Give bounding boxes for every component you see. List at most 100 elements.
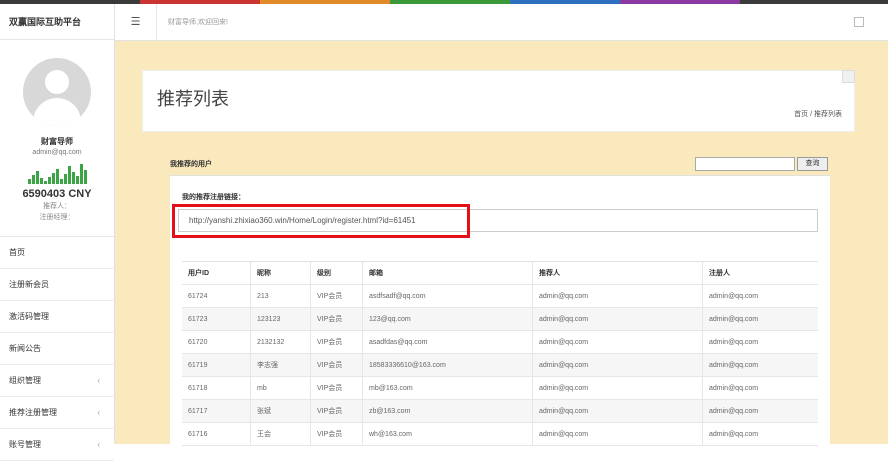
referral-link-label: 我的推荐注册链接： [182, 194, 245, 201]
table-cell: VIP会员 [310, 400, 362, 422]
sidebar-item-label: 推荐注册管理 [9, 408, 57, 417]
page-title: 推荐列表 [157, 89, 229, 110]
table-cell: asdfsadf@qq.com [362, 285, 532, 307]
table-cell: VIP会员 [310, 423, 362, 445]
table-cell: 123@qq.com [362, 308, 532, 330]
collapse-icon[interactable] [842, 70, 855, 83]
sidebar-item-label: 组织管理 [9, 376, 41, 385]
table-cell: 2132132 [250, 331, 310, 353]
referral-panel: 我的推荐注册链接： http://yanshi.zhixiao360.win/H… [170, 175, 830, 446]
sidebar: 双赢国际互助平台 财富导师 admin@qq.com 6590403 CNY 推… [0, 4, 115, 461]
top-header: ☰ 财富导师,欢迎回来! [115, 4, 888, 41]
hamburger-icon[interactable]: ☰ [115, 4, 157, 41]
window-icon[interactable] [854, 17, 864, 27]
referral-table: 用户ID 昵称 级别 邮箱 推荐人 注册人 61724 213 VIP会员 asdfsadf@qq… [182, 261, 818, 446]
table-cell: admin@qq.com [532, 285, 702, 307]
table-cell: admin@qq.com [702, 331, 818, 353]
table-cell: admin@qq.com [702, 377, 818, 399]
sidebar-item[interactable]: 推荐注册管理 ‹ [0, 397, 114, 429]
chevron-left-icon: ‹ [97, 376, 100, 385]
table-cell: admin@qq.com [532, 423, 702, 445]
table-row[interactable]: 61719 李志强 VIP会员 18583336610@163.com admin@qq… [182, 354, 818, 377]
table-cell: 61723 [188, 316, 208, 323]
referrer-label: 推荐人： [43, 203, 71, 210]
table-cell: admin@qq.com [702, 400, 818, 422]
column-header: 用户ID [188, 270, 209, 277]
sidebar-item[interactable]: 组织管理 ‹ [0, 365, 114, 397]
table-cell: admin@qq.com [532, 331, 702, 353]
sidebar-item-label: 首页 [9, 248, 25, 257]
table-cell: admin@qq.com [532, 377, 702, 399]
table-cell: 18583336610@163.com [362, 354, 532, 376]
table-cell: 61720 [188, 339, 208, 346]
table-row[interactable]: 61724 213 VIP会员 asdfsadf@qq.com admin@qq.com… [182, 285, 818, 308]
panel-header: 我推荐的用户 查询 [170, 155, 830, 175]
table-cell: mb [250, 377, 310, 399]
signal-bars-icon [0, 162, 114, 184]
chevron-left-icon: ‹ [97, 440, 100, 449]
sidebar-item[interactable]: 新闻公告 [0, 333, 114, 365]
manager-label: 注册经理： [39, 214, 75, 221]
table-cell: 张斌 [250, 400, 310, 422]
table-cell: admin@qq.com [702, 354, 818, 376]
brand-title: 双赢国际互助平台 [0, 4, 114, 40]
table-cell: admin@qq.com [532, 400, 702, 422]
sidebar-item[interactable]: 首页 [0, 237, 114, 269]
table-cell: admin@qq.com [532, 308, 702, 330]
search-input[interactable] [695, 157, 795, 171]
page-header: 推荐列表 首页 / 推荐列表 [142, 70, 855, 132]
table-cell: 61724 [188, 293, 208, 300]
sidebar-item[interactable]: 账号管理 ‹ [0, 429, 114, 461]
table-cell: wh@163.com [362, 423, 532, 445]
table-cell: 61719 [188, 362, 208, 369]
user-name: 财富导师 [41, 137, 73, 146]
user-profile: 财富导师 admin@qq.com 6590403 CNY 推荐人： 注册经理： [0, 40, 114, 237]
table-cell: 王会 [250, 423, 310, 445]
table-row[interactable]: 61723 123123 VIP会员 123@qq.com admin@qq.com ad… [182, 308, 818, 331]
table-cell: 61716 [188, 431, 208, 438]
column-header: 邮箱 [362, 262, 532, 284]
sidebar-item[interactable]: 注册新会员 [0, 269, 114, 301]
main-content: 推荐列表 首页 / 推荐列表 我推荐的用户 查询 我的推荐注册链接： http:… [115, 41, 888, 446]
table-cell: VIP会员 [310, 308, 362, 330]
table-row[interactable]: 61720 2132132 VIP会员 asadfdas@qq.com admin@qq… [182, 331, 818, 354]
panel-heading: 我推荐的用户 [170, 161, 212, 168]
column-header: 级别 [310, 262, 362, 284]
table-row[interactable]: 61718 mb VIP会员 mb@163.com admin@qq.com admin@… [182, 377, 818, 400]
table-cell: VIP会员 [310, 331, 362, 353]
table-cell: 123123 [250, 308, 310, 330]
user-email: admin@qq.com [32, 149, 82, 156]
chevron-left-icon: ‹ [97, 408, 100, 417]
sidebar-item-label: 注册新会员 [9, 280, 49, 289]
table-cell: asadfdas@qq.com [362, 331, 532, 353]
table-cell: 李志强 [250, 354, 310, 376]
table-cell: 61718 [188, 385, 208, 392]
column-header: 推荐人 [532, 262, 702, 284]
sidebar-item-label: 激活码管理 [9, 312, 49, 321]
sidebar-item-label: 新闻公告 [9, 344, 41, 353]
table-cell: mb@163.com [362, 377, 532, 399]
table-cell: admin@qq.com [702, 423, 818, 445]
table-cell: 213 [250, 285, 310, 307]
search-button[interactable]: 查询 [797, 157, 828, 171]
avatar[interactable] [23, 58, 91, 126]
table-row[interactable]: 61716 王会 VIP会员 wh@163.com admin@qq.com admin@… [182, 423, 818, 446]
table-cell: admin@qq.com [532, 354, 702, 376]
column-header: 注册人 [702, 262, 818, 284]
welcome-text: 财富导师,欢迎回来! [168, 19, 228, 26]
table-cell: VIP会员 [310, 285, 362, 307]
table-header-row: 用户ID 昵称 级别 邮箱 推荐人 注册人 [182, 262, 818, 285]
sidebar-menu: 首页注册新会员激活码管理新闻公告组织管理 ‹ 推荐注册管理 ‹ 账号管理 ‹ [0, 237, 114, 461]
table-cell: zb@163.com [362, 400, 532, 422]
table-cell: admin@qq.com [702, 308, 818, 330]
table-cell: admin@qq.com [702, 285, 818, 307]
table-cell: 61717 [188, 408, 208, 415]
sidebar-item-label: 账号管理 [9, 440, 41, 449]
table-cell: VIP会员 [310, 377, 362, 399]
breadcrumb[interactable]: 首页 / 推荐列表 [794, 109, 842, 119]
sidebar-item[interactable]: 激活码管理 [0, 301, 114, 333]
highlight-annotation [172, 204, 470, 238]
table-row[interactable]: 61717 张斌 VIP会员 zb@163.com admin@qq.com admin@… [182, 400, 818, 423]
column-header: 昵称 [250, 262, 310, 284]
table-cell: VIP会员 [310, 354, 362, 376]
